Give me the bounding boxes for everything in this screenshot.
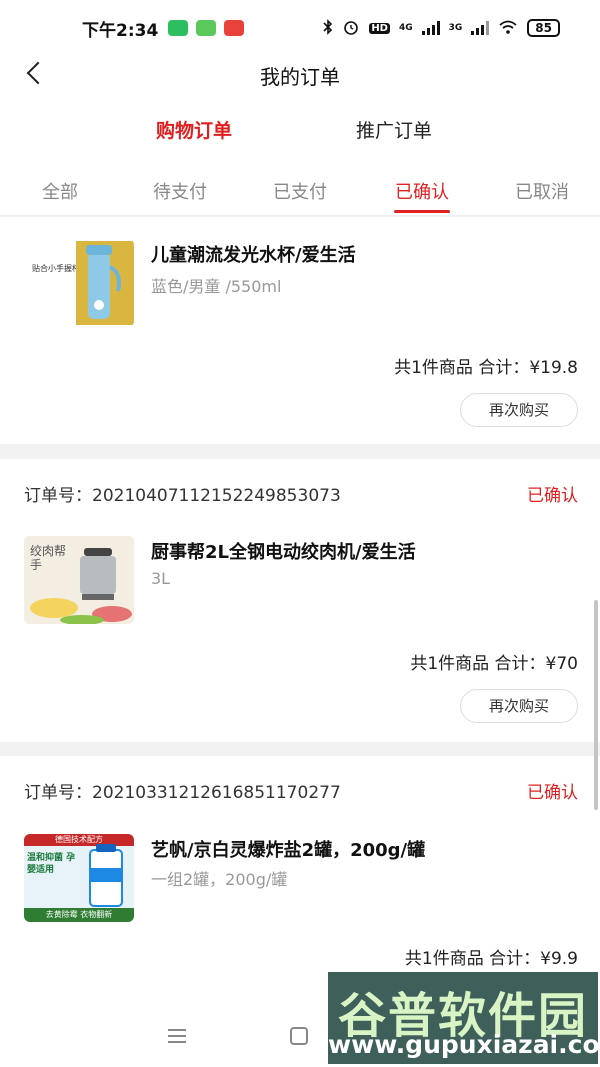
product-image-footer: 去黄除霉 衣物翻新	[24, 908, 134, 922]
order-header: 订单号：20210331212616851170277 已确认	[24, 778, 578, 803]
status-app-icons	[168, 20, 245, 36]
product-image: 德国技术配方 温和抑菌 孕婴适用 去黄除霉 衣物翻新	[24, 834, 134, 922]
wechat-icon	[168, 20, 189, 36]
product-name[interactable]: 厨事帮2L全钢电动绞肉机/爱生活	[151, 538, 416, 564]
hd-icon: HD	[369, 22, 390, 34]
order-number: 订单号：20210407112152249853073	[24, 486, 341, 506]
order-total: 共1件商品 合计：¥70	[410, 654, 578, 674]
home-icon[interactable]	[290, 1027, 308, 1045]
scrollbar[interactable]	[594, 600, 598, 810]
battery-indicator: 85	[527, 19, 560, 37]
product-image: 贴合小手握杯	[24, 239, 134, 327]
shopping-app-icon	[224, 20, 245, 36]
alarm-icon	[342, 18, 360, 39]
tab-all[interactable]: 全部	[0, 178, 120, 204]
network-3g-label: 3G	[448, 22, 463, 33]
menu-icon[interactable]	[168, 1029, 186, 1043]
order-status: 已确认	[527, 783, 578, 803]
wifi-icon	[498, 19, 518, 38]
signal-icon-2	[471, 21, 490, 35]
tab-confirmed[interactable]: 已确认	[362, 178, 482, 204]
order-total: 共1件商品 合计：¥9.9	[404, 949, 578, 969]
bluetooth-icon	[323, 18, 333, 38]
product-spec: 蓝色/男童 /550ml	[151, 277, 282, 296]
order-total: 共1件商品 合计：¥19.8	[394, 358, 578, 378]
order-card: 订单号：20210331212616851170277 已确认 德国技术配方 温…	[0, 756, 600, 1006]
product-image: 绞肉帮手	[24, 536, 134, 624]
message-app-icon	[196, 20, 217, 36]
order-header: 订单号：20210407112152249853073 已确认	[24, 481, 578, 506]
active-tab-indicator	[394, 210, 450, 213]
order-number: 订单号：20210331212616851170277	[24, 783, 341, 803]
product-spec: 一组2罐，200g/罐	[151, 870, 288, 889]
tab-shopping-orders[interactable]: 购物订单	[156, 116, 232, 143]
product-name[interactable]: 艺帆/京白灵爆炸盐2罐，200g/罐	[151, 836, 425, 862]
order-status-tabs: 全部 待支付 已支付 已确认 已取消	[0, 164, 600, 216]
tab-cancelled[interactable]: 已取消	[482, 178, 600, 204]
status-time: 下午2:34	[82, 20, 159, 41]
signal-icon	[421, 21, 440, 35]
watermark-logo: 谷普软件园 www.gupuxiazai.com	[328, 972, 600, 1064]
rebuy-button[interactable]: 再次购买	[460, 393, 578, 427]
nav-bar: 我的订单	[0, 56, 600, 94]
product-name[interactable]: 儿童潮流发光水杯/爱生活	[151, 241, 356, 267]
status-indicators: HD 4G 3G 85	[323, 18, 560, 39]
order-card: 订单号：20210407112152249853073 已确认 绞肉帮手 厨事帮…	[0, 459, 600, 742]
product-spec: 3L	[151, 569, 171, 588]
tab-promotion-orders[interactable]: 推广订单	[356, 116, 432, 143]
tab-paid[interactable]: 已支付	[240, 178, 360, 204]
order-type-tabs: 购物订单 推广订单	[0, 94, 600, 164]
order-card: 贴合小手握杯 儿童潮流发光水杯/爱生活 蓝色/男童 /550ml 共1件商品 合…	[0, 217, 600, 444]
page-title: 我的订单	[260, 65, 340, 89]
order-status: 已确认	[527, 486, 578, 506]
rebuy-button[interactable]: 再次购买	[460, 689, 578, 723]
network-4g-label: 4G	[398, 22, 413, 33]
watermark-url: www.gupuxiazai.com	[328, 1030, 600, 1059]
tab-pending-payment[interactable]: 待支付	[120, 178, 240, 204]
status-bar: 下午2:34 HD 4G 3G 85	[0, 0, 600, 56]
